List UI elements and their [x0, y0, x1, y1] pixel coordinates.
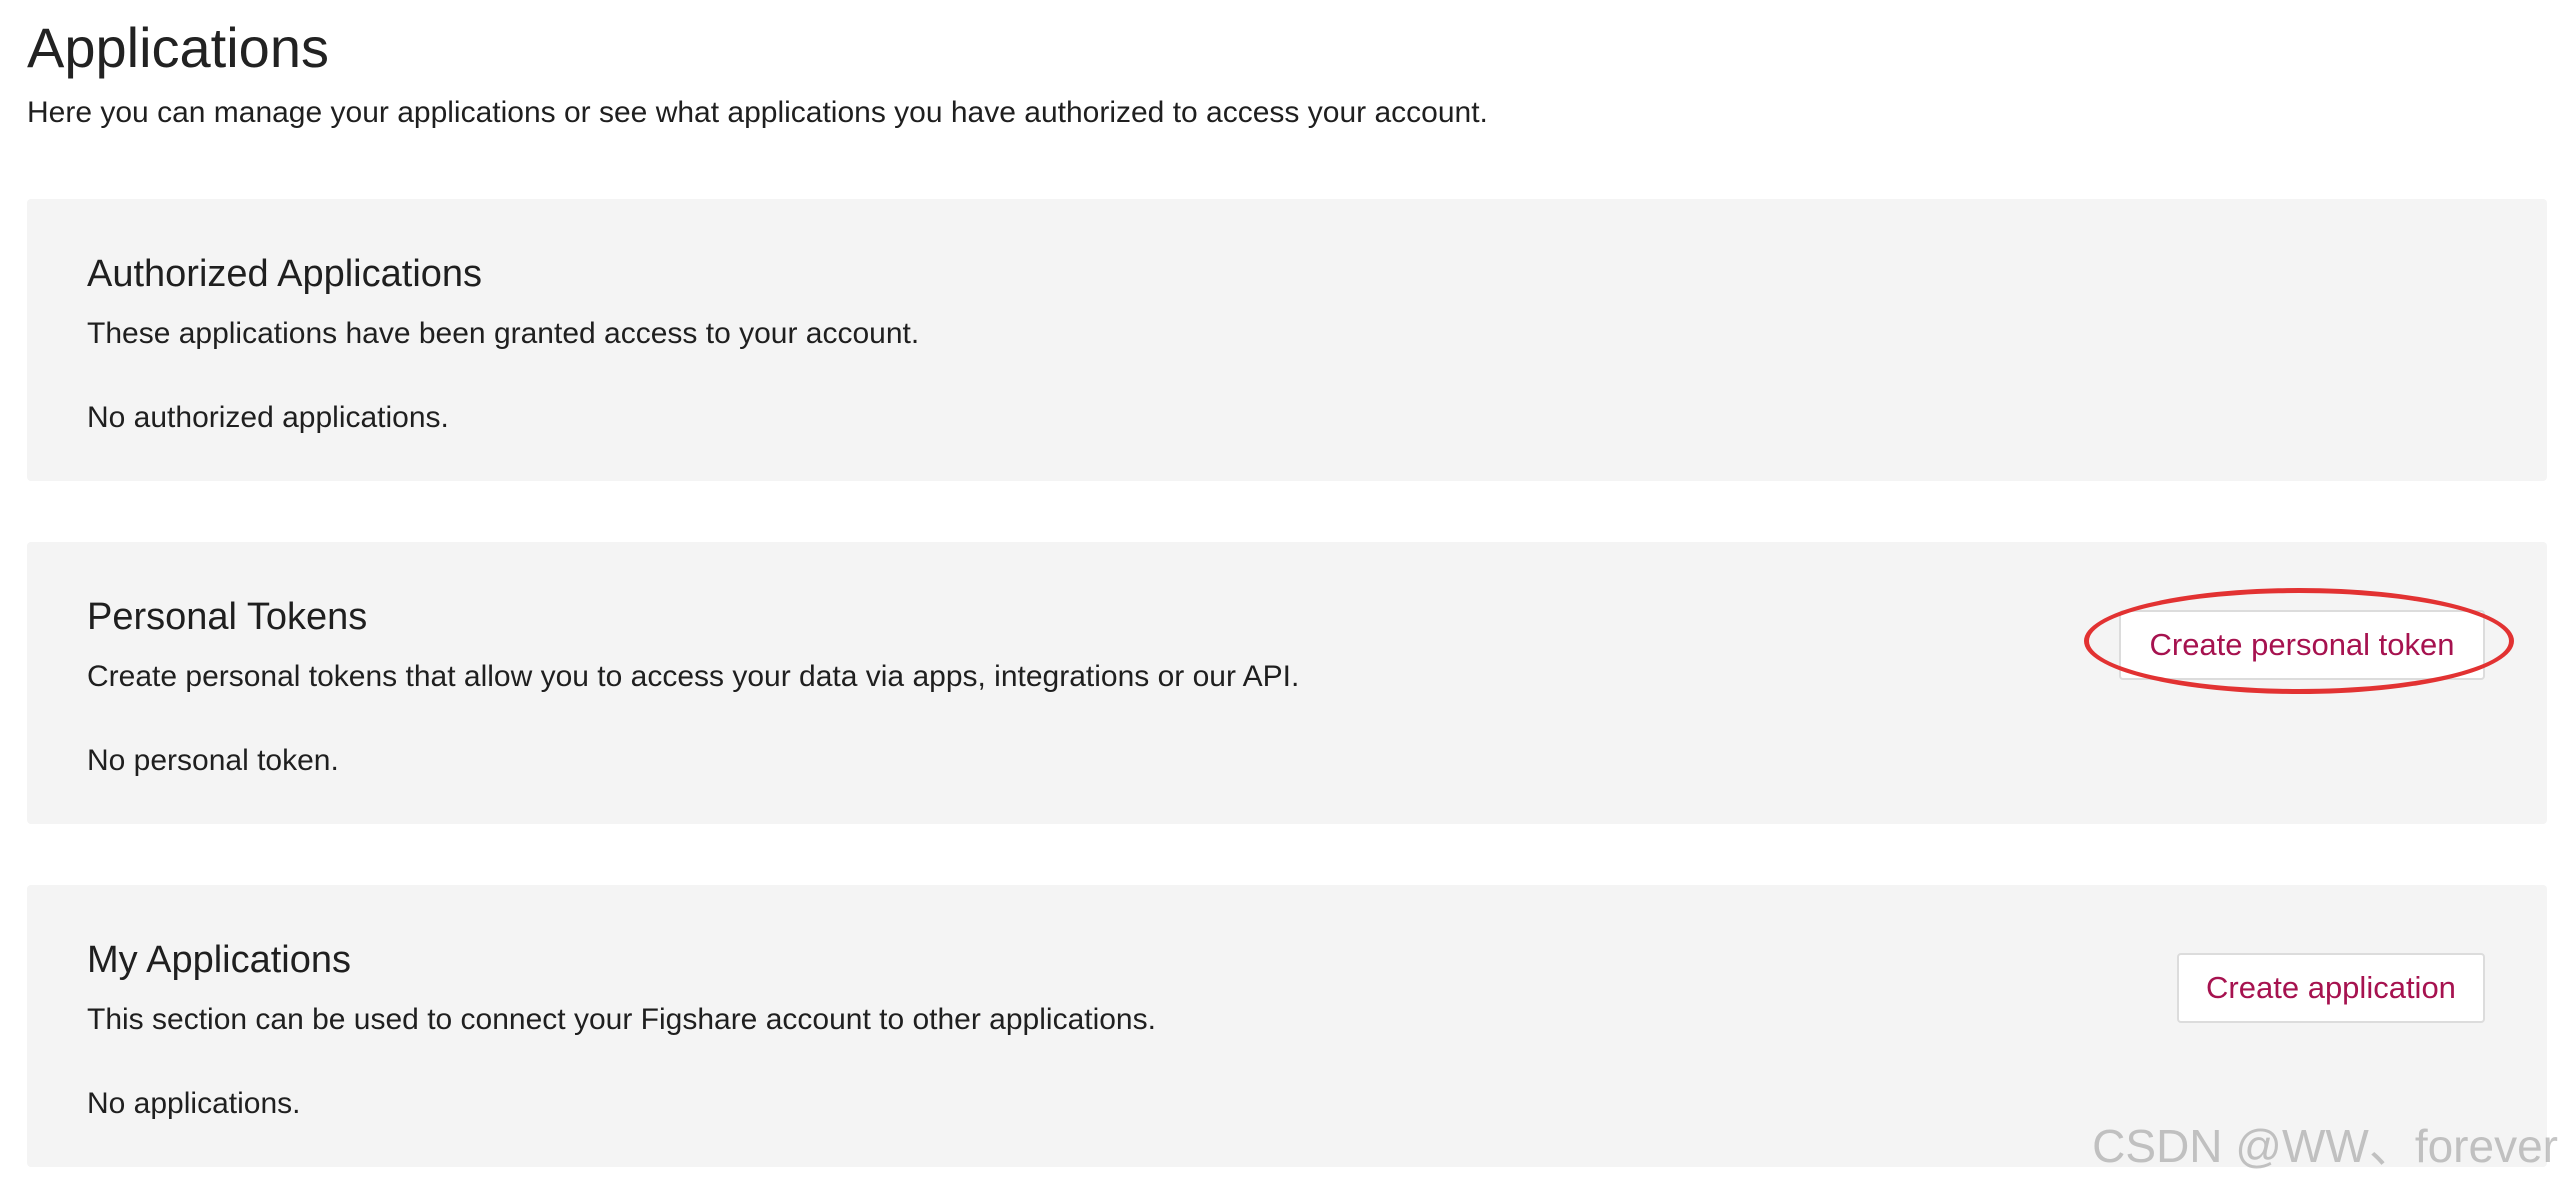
personal-tokens-title: Personal Tokens [87, 596, 368, 638]
personal-tokens-panel: Personal Tokens Create personal tokens t… [27, 542, 2547, 824]
personal-tokens-description: Create personal tokens that allow you to… [87, 660, 1300, 693]
create-personal-token-button[interactable]: Create personal token [2119, 610, 2485, 680]
watermark: CSDN @WW、forever [2092, 1120, 2558, 1172]
my-applications-empty-text: No applications. [87, 1087, 301, 1120]
my-applications-title: My Applications [87, 939, 352, 981]
authorized-applications-empty-text: No authorized applications. [87, 401, 449, 434]
authorized-applications-panel: Authorized Applications These applicatio… [27, 199, 2547, 481]
authorized-applications-description: These applications have been granted acc… [87, 317, 920, 350]
page-subtitle: Here you can manage your applications or… [27, 96, 1488, 129]
page-title: Applications [27, 16, 329, 79]
my-applications-description: This section can be used to connect your… [87, 1003, 1156, 1036]
authorized-applications-title: Authorized Applications [87, 253, 483, 295]
create-application-button[interactable]: Create application [2177, 953, 2485, 1023]
personal-tokens-empty-text: No personal token. [87, 744, 339, 777]
